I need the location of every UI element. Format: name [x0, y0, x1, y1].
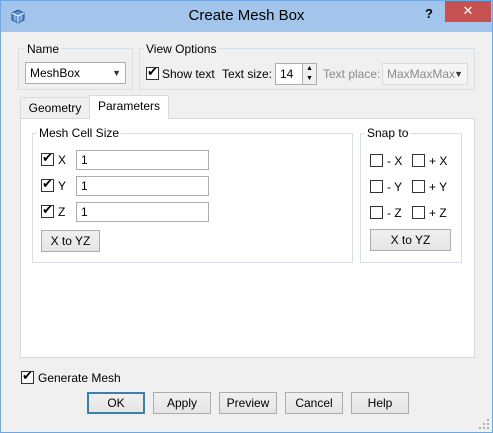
mesh-y-label: Y	[58, 179, 67, 193]
mesh-x-label: X	[58, 153, 67, 167]
snap-minus-x-checkbox[interactable]	[370, 154, 383, 167]
mesh-x-to-yz-button[interactable]: X to YZ	[41, 230, 100, 252]
mesh-z-label: Z	[58, 205, 66, 219]
mesh-z-checkbox[interactable]: ✔	[41, 203, 54, 218]
name-select[interactable]: MeshBox ▼	[25, 62, 126, 84]
text-size-label: Text size:	[222, 67, 273, 81]
checkmark-icon: ✔	[42, 203, 53, 218]
ok-button[interactable]: OK	[87, 392, 145, 414]
checkmark-icon: ✔	[147, 65, 158, 80]
snap-minus-y-label: - Y	[387, 180, 403, 194]
cancel-button[interactable]: Cancel	[285, 392, 343, 414]
chevron-down-icon: ▼	[112, 68, 121, 78]
generate-mesh-checkbox[interactable]: ✔	[21, 369, 34, 384]
apply-button[interactable]: Apply	[153, 392, 211, 414]
title-bar[interactable]: Create Mesh Box ? ✕	[1, 1, 492, 32]
snap-x-to-yz-button[interactable]: X to YZ	[370, 229, 451, 251]
resize-grip-icon[interactable]	[478, 418, 490, 430]
snap-minus-z-label: - Z	[387, 206, 402, 220]
mesh-y-checkbox[interactable]: ✔	[41, 177, 54, 192]
snap-minus-x-label: - X	[387, 154, 403, 168]
text-place-value: MaxMaxMax	[387, 67, 456, 81]
generate-mesh-label: Generate Mesh	[38, 371, 121, 385]
snap-to-label: Snap to	[365, 126, 411, 140]
name-select-value: MeshBox	[30, 66, 81, 80]
mesh-z-input[interactable]: 1	[76, 202, 209, 222]
spin-up-icon[interactable]: ▲	[303, 64, 316, 74]
mesh-x-input[interactable]: 1	[76, 150, 209, 170]
snap-plus-z-label: + Z	[429, 206, 447, 220]
show-text-checkbox[interactable]: ✔	[146, 65, 159, 80]
snap-minus-y-checkbox[interactable]	[370, 180, 383, 193]
name-group-label: Name	[25, 42, 62, 56]
snap-plus-y-label: + Y	[429, 180, 448, 194]
snap-minus-z-checkbox[interactable]	[370, 206, 383, 219]
text-size-spinbox[interactable]: 14 ▲ ▼	[275, 63, 317, 85]
checkmark-icon: ✔	[42, 177, 53, 192]
show-text-label: Show text	[162, 67, 215, 81]
mesh-x-checkbox[interactable]: ✔	[41, 151, 54, 166]
chevron-down-icon: ▼	[454, 69, 463, 79]
preview-button[interactable]: Preview	[219, 392, 277, 414]
snap-plus-z-checkbox[interactable]	[412, 206, 425, 219]
help-icon[interactable]: ?	[419, 3, 439, 25]
help-button[interactable]: Help	[351, 392, 409, 414]
tab-geometry[interactable]: Geometry	[20, 97, 90, 119]
text-place-label: Text place:	[323, 67, 381, 81]
spin-down-icon[interactable]: ▼	[303, 74, 316, 84]
create-mesh-box-dialog: Create Mesh Box ? ✕ Name MeshBox ▼ View …	[0, 0, 493, 433]
checkmark-icon: ✔	[22, 369, 33, 384]
tab-parameters[interactable]: Parameters	[89, 95, 169, 119]
text-size-stepper[interactable]: ▲ ▼	[302, 64, 316, 84]
mesh-y-input[interactable]: 1	[76, 176, 209, 196]
snap-plus-y-checkbox[interactable]	[412, 180, 425, 193]
snap-plus-x-checkbox[interactable]	[412, 154, 425, 167]
close-button[interactable]: ✕	[445, 1, 491, 22]
text-place-select[interactable]: MaxMaxMax ▼	[382, 63, 468, 85]
text-size-value: 14	[280, 67, 294, 81]
mesh-cell-size-label: Mesh Cell Size	[37, 126, 122, 140]
view-options-label: View Options	[144, 42, 219, 56]
checkmark-icon: ✔	[42, 151, 53, 166]
snap-plus-x-label: + X	[429, 154, 448, 168]
